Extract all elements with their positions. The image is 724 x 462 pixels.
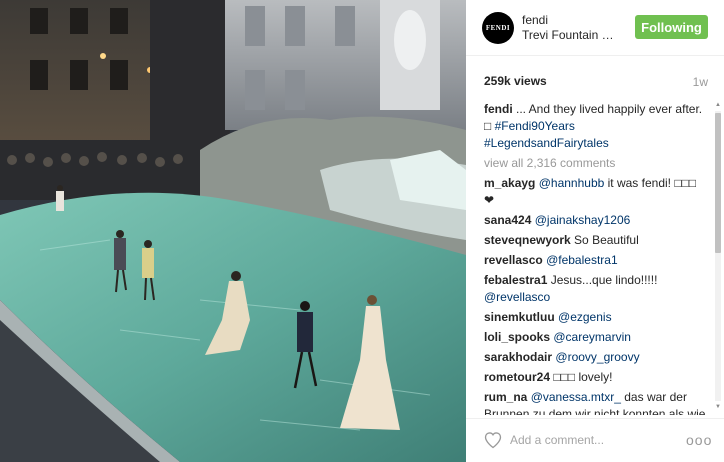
comment-text: So Beautiful: [570, 233, 639, 247]
avatar-logo: FENDI: [485, 24, 511, 32]
mention-link[interactable]: @roovy_groovy: [555, 350, 639, 364]
comment-username[interactable]: rum_na: [484, 390, 527, 404]
list-item: sinemkutluu @ezgenis: [484, 309, 710, 326]
owner-username[interactable]: fendi: [522, 13, 548, 27]
post-media[interactable]: [0, 0, 466, 462]
scroll-thumb[interactable]: [715, 113, 721, 253]
view-count: 259k views: [484, 74, 547, 88]
comment-username[interactable]: steveqnewyork: [484, 233, 571, 247]
scroll-up-arrow-icon[interactable]: ▲: [714, 101, 722, 109]
avatar[interactable]: FENDI: [482, 12, 514, 44]
following-button[interactable]: Following: [635, 15, 708, 39]
mention-link[interactable]: @revellasco: [484, 290, 550, 304]
list-item: febalestra1 Jesus...que lindo!!!!! @reve…: [484, 272, 710, 306]
list-item: rometour24 □□□ lovely!: [484, 369, 710, 386]
list-item: loli_spooks @careymarvin: [484, 329, 710, 346]
mention-link[interactable]: @jainakshay1206: [535, 213, 631, 227]
comment-username[interactable]: febalestra1: [484, 273, 547, 287]
comment-footer: ooo: [466, 418, 724, 462]
comment-username[interactable]: m_akayg: [484, 176, 535, 190]
post-age[interactable]: 1w: [693, 75, 708, 89]
list-item: rum_na @vanessa.mtxr_ das war der Brunne…: [484, 389, 710, 415]
caption-username[interactable]: fendi: [484, 102, 513, 116]
comment-username[interactable]: loli_spooks: [484, 330, 550, 344]
scroll-down-arrow-icon[interactable]: ▼: [714, 403, 722, 411]
list-item: sarakhodair @roovy_groovy: [484, 349, 710, 366]
post-header: FENDI fendi Trevi Fountain Ro... Followi…: [466, 0, 724, 56]
caption: fendi ... And they lived happily ever af…: [484, 101, 710, 152]
mention-link[interactable]: @febalestra1: [546, 253, 618, 267]
comment-username[interactable]: rometour24: [484, 370, 550, 384]
heart-icon[interactable]: [483, 430, 503, 450]
mention-link[interactable]: @hannhubb: [539, 176, 605, 190]
heart-emoji-icon: ❤: [484, 193, 495, 207]
comments-list[interactable]: fendi ... And they lived happily ever af…: [484, 101, 710, 415]
hashtag-link[interactable]: #Fendi90Years: [495, 119, 575, 133]
comment-text: □□□ lovely!: [550, 370, 613, 384]
comment-username[interactable]: sinemkutluu: [484, 310, 555, 324]
fashion-show-photo: [0, 0, 466, 462]
list-item: revellasco @febalestra1: [484, 252, 710, 269]
list-item: steveqnewyork So Beautiful: [484, 232, 710, 249]
caption-glyph: □: [484, 119, 492, 133]
caption-text: ... And they lived happily ever after.: [512, 102, 703, 116]
mention-link[interactable]: @ezgenis: [558, 310, 612, 324]
more-options-icon[interactable]: ooo: [686, 432, 712, 448]
comments-scrollbar[interactable]: ▲ ▼: [714, 101, 722, 411]
comment-username[interactable]: sarakhodair: [484, 350, 552, 364]
view-all-comments-link[interactable]: view all 2,316 comments: [484, 155, 710, 172]
post-details-panel: FENDI fendi Trevi Fountain Ro... Followi…: [466, 0, 724, 462]
hashtag-link[interactable]: #LegendsandFairytales: [484, 136, 609, 150]
mention-link[interactable]: @vanessa.mtxr_: [531, 390, 621, 404]
comment-text: Jesus...que lindo!!!!!: [547, 273, 658, 287]
comment-text: it was fendi! □□□: [604, 176, 697, 190]
mention-link[interactable]: @careymarvin: [553, 330, 631, 344]
comment-username[interactable]: revellasco: [484, 253, 543, 267]
add-comment-input[interactable]: [510, 431, 680, 449]
list-item: sana424 @jainakshay1206: [484, 212, 710, 229]
location-link[interactable]: Trevi Fountain Ro...: [522, 28, 622, 42]
list-item: m_akayg @hannhubb it was fendi! □□□ ❤: [484, 175, 710, 209]
comment-username[interactable]: sana424: [484, 213, 531, 227]
